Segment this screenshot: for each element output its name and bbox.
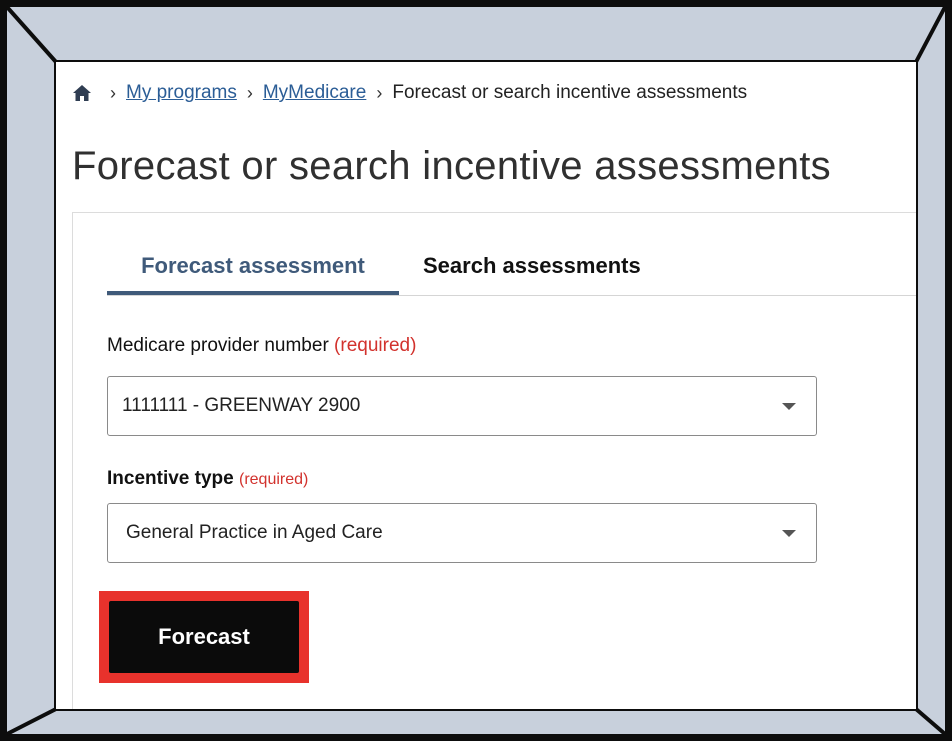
provider-number-value: 1111111 - GREENWAY 2900: [122, 395, 361, 416]
breadcrumb-my-programs[interactable]: My programs: [126, 82, 237, 104]
required-indicator: (required): [334, 335, 417, 356]
chevron-down-icon: [782, 403, 796, 410]
breadcrumb-separator: ›: [246, 82, 253, 103]
incentive-type-label-text: Incentive type: [107, 468, 234, 489]
page-title: Forecast or search incentive assessments: [72, 144, 831, 188]
required-indicator: (required): [239, 471, 309, 488]
tab-search-assessments[interactable]: Search assessments: [423, 251, 641, 295]
breadcrumb-separator: ›: [376, 82, 383, 103]
breadcrumb-current: Forecast or search incentive assessments: [392, 82, 748, 103]
chevron-down-icon: [782, 530, 796, 537]
assessment-card: Forecast assessment Search assessments M…: [72, 212, 916, 709]
provider-number-select[interactable]: 1111111 - GREENWAY 2900: [107, 376, 817, 436]
app-window: › My programs › MyMedicare › Forecast or…: [56, 62, 916, 709]
forecast-button[interactable]: Forecast: [109, 601, 299, 673]
incentive-type-value: General Practice in Aged Care: [126, 522, 383, 543]
tab-bar: Forecast assessment Search assessments: [107, 251, 916, 296]
breadcrumb: › My programs › MyMedicare › Forecast or…: [72, 82, 747, 104]
incentive-type-label: Incentive type (required): [107, 468, 308, 490]
home-icon[interactable]: [72, 83, 92, 103]
tab-forecast-assessment[interactable]: Forecast assessment: [107, 251, 399, 295]
breadcrumb-mymedicare[interactable]: MyMedicare: [263, 82, 366, 104]
provider-number-label: Medicare provider number (required): [107, 335, 416, 357]
forecast-button-highlight: Forecast: [99, 591, 309, 683]
provider-number-label-text: Medicare provider number: [107, 335, 329, 356]
incentive-type-select[interactable]: General Practice in Aged Care: [107, 503, 817, 563]
breadcrumb-separator: ›: [110, 82, 116, 103]
